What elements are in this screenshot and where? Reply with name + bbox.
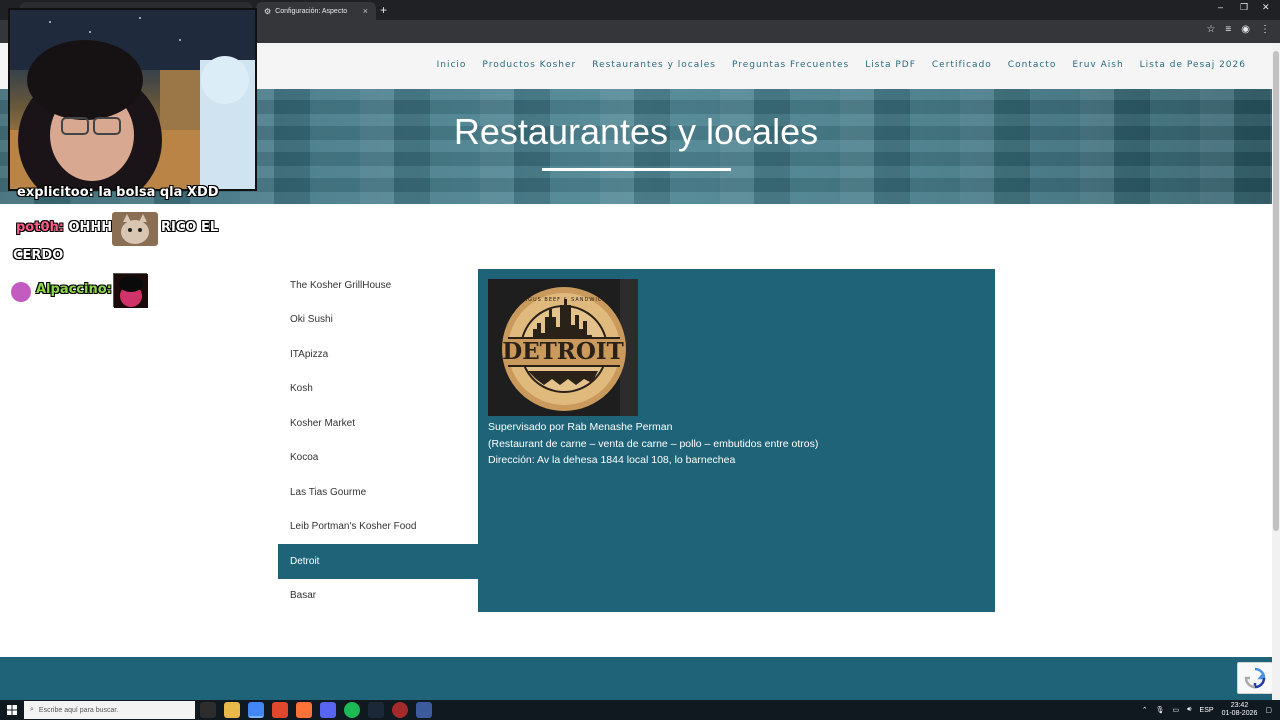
profile-icon[interactable]: ◉: [1241, 24, 1250, 35]
network-icon[interactable]: ▭: [1173, 706, 1180, 714]
list-item-basar[interactable]: Basar: [278, 579, 478, 614]
bookmark-star-icon[interactable]: ☆: [1206, 24, 1215, 35]
user-badge-icon: [11, 282, 31, 302]
media-control-icon[interactable]: ≡: [1225, 24, 1231, 35]
minimize-button[interactable]: –: [1218, 2, 1223, 12]
windows-taskbar: ⌕ Escribe aquí para buscar. ⌃ 🎙︎ ▭ 🔊︎ ES…: [0, 700, 1280, 720]
firefox-icon[interactable]: [296, 702, 312, 718]
menu-dots-icon[interactable]: ⋮: [1260, 24, 1270, 35]
system-tray: ⌃ 🎙︎ ▭ 🔊︎ ESP 23:42 01-08-2026 ▢: [1142, 702, 1272, 718]
clock-time: 23:42: [1230, 702, 1249, 709]
obs-icon[interactable]: [392, 702, 408, 718]
page-title: Restaurantes y locales: [453, 111, 819, 152]
chat-text: OHHH: [68, 220, 113, 235]
file-explorer-icon[interactable]: [224, 702, 240, 718]
chat-username-alpaccino: Alpaccino:: [36, 282, 112, 297]
chat-username: pot0h:: [16, 220, 64, 235]
nav-contacto[interactable]: Contacto: [1008, 60, 1057, 70]
chat-message-3: Alpaccino:: [36, 282, 112, 297]
chrome-icon[interactable]: [248, 702, 264, 718]
nav-lista-pdf[interactable]: Lista PDF: [865, 60, 916, 70]
detroit-logo-image: DETROIT ANGUS BEEF & SANDWICH: [488, 279, 638, 416]
restaurant-info: Supervisado por Rab Menashe Perman (Rest…: [488, 419, 818, 469]
language-indicator[interactable]: ESP: [1200, 707, 1214, 714]
nav-preguntas-frecuentes[interactable]: Preguntas Frecuentes: [732, 60, 849, 70]
nav-productos-kosher[interactable]: Productos Kosher: [482, 60, 576, 70]
search-placeholder: Escribe aquí para buscar.: [38, 706, 119, 714]
scrollbar-thumb[interactable]: [1273, 51, 1279, 531]
search-icon: ⌕: [30, 706, 34, 713]
tab-active-label: Configuración: Aspecto: [275, 7, 348, 15]
spotify-icon[interactable]: [344, 702, 360, 718]
clock-date: 01-08-2026: [1221, 710, 1258, 717]
close-window-button[interactable]: ✕: [1262, 2, 1270, 13]
page-scrollbar[interactable]: [1272, 43, 1280, 700]
notifications-icon[interactable]: ▢: [1265, 706, 1272, 714]
nav-lista-pesaj[interactable]: Lista de Pesaj 2026: [1140, 60, 1246, 70]
streamer-webcam: [8, 8, 257, 191]
list-item-detroit[interactable]: Detroit: [278, 544, 478, 579]
logo-arc-text: ANGUS BEEF & SANDWICH: [518, 297, 608, 303]
logo-wordmark: DETROIT: [502, 338, 624, 365]
restaurant-detail-panel: DETROIT ANGUS BEEF & SANDWICH Supervisad…: [478, 269, 995, 612]
microphone-icon[interactable]: 🎙︎: [1156, 706, 1165, 714]
chat-message-2: pot0h: OHHH: [16, 220, 112, 235]
nav-inicio[interactable]: Inicio: [437, 60, 467, 70]
list-item-kosh[interactable]: Kosh: [278, 372, 478, 407]
chat-message-2-cont: RICO EL: [161, 220, 219, 235]
list-item-itapizza[interactable]: ITApizza: [278, 337, 478, 372]
webcam-scene: [10, 10, 255, 189]
chat-message-2-end: CERDO: [13, 248, 64, 263]
supervision-text: Supervisado por Rab Menashe Perman: [488, 421, 673, 433]
list-item-the-kosher-grillhouse[interactable]: The Kosher GrillHouse: [278, 268, 478, 303]
list-item-kocoa[interactable]: Kocoa: [278, 441, 478, 476]
list-item-oki-sushi[interactable]: Oki Sushi: [278, 303, 478, 338]
restaurant-list: The Kosher GrillHouse Oki Sushi ITApizza…: [278, 268, 478, 613]
task-view-icon[interactable]: [200, 702, 216, 718]
steam-icon[interactable]: [368, 702, 384, 718]
windows-start-icon[interactable]: [7, 705, 17, 715]
app-icon[interactable]: [416, 702, 432, 718]
restore-button[interactable]: ❐: [1240, 2, 1248, 13]
new-tab-button[interactable]: +: [380, 3, 387, 17]
gear-icon: ⚙: [264, 6, 272, 16]
taskbar-apps: [200, 702, 432, 718]
nav-certificado[interactable]: Certificado: [932, 60, 992, 70]
list-item-las-tias-gourme[interactable]: Las Tias Gourme: [278, 475, 478, 510]
browser-tab-active[interactable]: ⚙ Configuración: Aspecto ×: [256, 2, 376, 20]
brave-icon[interactable]: [272, 702, 288, 718]
recaptcha-badge[interactable]: [1237, 662, 1273, 694]
list-item-leib-portman[interactable]: Leib Portman's Kosher Food: [278, 510, 478, 545]
description-text: (Restaurant de carne – venta de carne – …: [488, 437, 819, 450]
nav-restaurantes[interactable]: Restaurantes y locales: [592, 60, 716, 70]
title-underline: [542, 168, 731, 171]
recaptcha-icon: [1244, 667, 1266, 689]
cat-emote-icon: [112, 212, 158, 246]
taskbar-search-input[interactable]: ⌕ Escribe aquí para buscar.: [24, 701, 195, 719]
list-item-kosher-market[interactable]: Kosher Market: [278, 406, 478, 441]
site-footer: [0, 657, 1272, 700]
chat-message-1: explicitoo: la bolsa qla XDD: [17, 185, 219, 200]
taskbar-clock[interactable]: 23:42 01-08-2026: [1222, 702, 1258, 718]
chevron-up-icon[interactable]: ⌃: [1142, 706, 1148, 714]
close-tab-icon[interactable]: ×: [363, 6, 368, 16]
volume-icon[interactable]: 🔊︎: [1187, 706, 1191, 714]
address-text: Dirección: Av la dehesa 1844 local 108, …: [488, 454, 736, 466]
face-emote-icon: [113, 273, 148, 308]
nav-eruv-aish[interactable]: Eruv Aish: [1072, 60, 1123, 70]
main-nav: Inicio Productos Kosher Restaurantes y l…: [437, 60, 1246, 70]
discord-icon[interactable]: [320, 702, 336, 718]
